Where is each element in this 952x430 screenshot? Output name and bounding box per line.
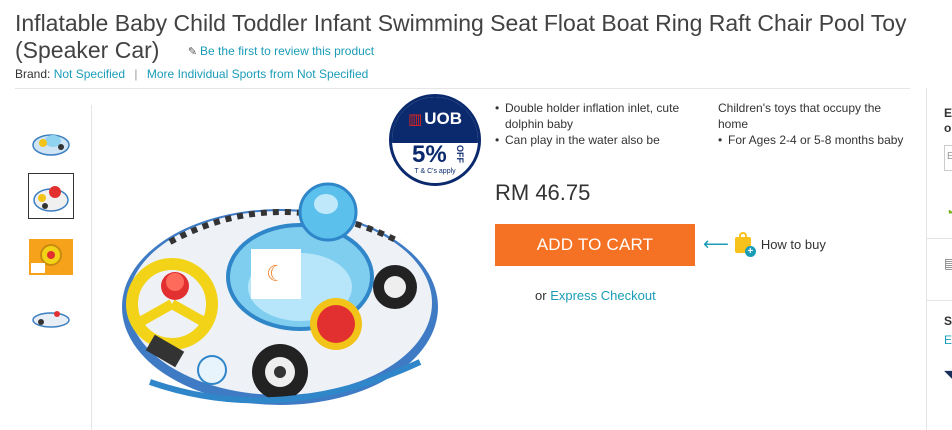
sidebar-heading-o: o (944, 121, 952, 135)
arrow-left-icon: ⟵ (703, 234, 729, 254)
express-checkout-link[interactable]: Express Checkout (550, 288, 656, 303)
uob-promo-badge[interactable]: ▥ UOB 5% OFF T & C's apply (389, 94, 481, 186)
product-title-line1: Inflatable Baby Child Toddler Infant Swi… (15, 10, 907, 36)
thumbnail-2[interactable] (28, 173, 74, 219)
brand-row: Brand: Not Specified | More Individual S… (15, 67, 368, 81)
brand-link[interactable]: Not Specified (54, 67, 125, 81)
add-to-cart-button[interactable]: ADD TO CART (495, 224, 695, 266)
feature-column-2: Children's toys that occupy the home For… (718, 100, 913, 148)
sidebar-divider-line (926, 300, 952, 301)
product-title: Inflatable Baby Child Toddler Infant Swi… (15, 10, 950, 66)
feature-column-1: Double holder inflation inlet, cute dolp… (495, 100, 705, 148)
shopping-bag-plus-icon: + (733, 232, 756, 257)
loading-spinner: ☾ (251, 249, 301, 299)
thumbnail-4[interactable] (28, 295, 74, 341)
float-thumbnail-image (33, 186, 69, 212)
express-prefix: or (535, 288, 547, 303)
product-price: RM 46.75 (495, 180, 591, 205)
separator: | (134, 67, 138, 81)
sidebar-shield-icon: ◥ (944, 365, 952, 391)
float-thumbnail-image (29, 239, 73, 275)
float-thumbnail-image (32, 311, 70, 328)
uob-header: ▥ UOB (392, 97, 478, 143)
feature-item: For Ages 2-4 or 5-8 months baby (718, 132, 913, 148)
feature-item: Double holder inflation inlet, cute dolp… (495, 100, 705, 132)
feature-item: Can play in the water also be (495, 132, 705, 148)
pencil-icon: ✎ (187, 46, 198, 58)
loading-spinner-icon: ☾ (266, 261, 286, 286)
sidebar-input[interactable]: E (944, 145, 952, 171)
sidebar-link-e[interactable]: E (944, 333, 952, 347)
uob-percent: 5% (412, 141, 447, 168)
float-thumbnail-image (32, 134, 70, 156)
thumbnail-1[interactable] (28, 118, 74, 164)
express-checkout-row: or Express Checkout (535, 288, 656, 303)
sidebar-divider-line (926, 238, 952, 239)
product-title-line2: (Speaker Car) (15, 37, 160, 63)
how-to-buy-label: How to buy (760, 236, 826, 252)
review-link-label: Be the first to review this product (200, 44, 375, 58)
brand-label: Brand: (15, 67, 51, 81)
sidebar-divider (926, 88, 927, 430)
how-to-buy-link[interactable]: ⟵ + How to buy (703, 232, 826, 257)
divider (15, 88, 910, 89)
uob-off: OFF (455, 145, 465, 163)
sidebar-heading-s: S (944, 314, 952, 328)
uob-logo-icon: ▥ (408, 111, 423, 128)
sidebar-leaf-icon: ◔ (944, 205, 952, 222)
thumbnail-3[interactable] (28, 234, 74, 280)
review-link[interactable]: ✎ Be the first to review this product (188, 44, 374, 58)
more-brand-link[interactable]: More Individual Sports from Not Specifie… (147, 67, 368, 81)
feature-item: Children's toys that occupy the home (718, 101, 882, 131)
sidebar-cash-icon: ▤ (944, 255, 952, 271)
divider-vertical (91, 105, 92, 430)
uob-terms: T & C's apply (414, 168, 456, 175)
uob-brand: UOB (424, 109, 462, 128)
sidebar-heading-e: E (944, 106, 952, 120)
